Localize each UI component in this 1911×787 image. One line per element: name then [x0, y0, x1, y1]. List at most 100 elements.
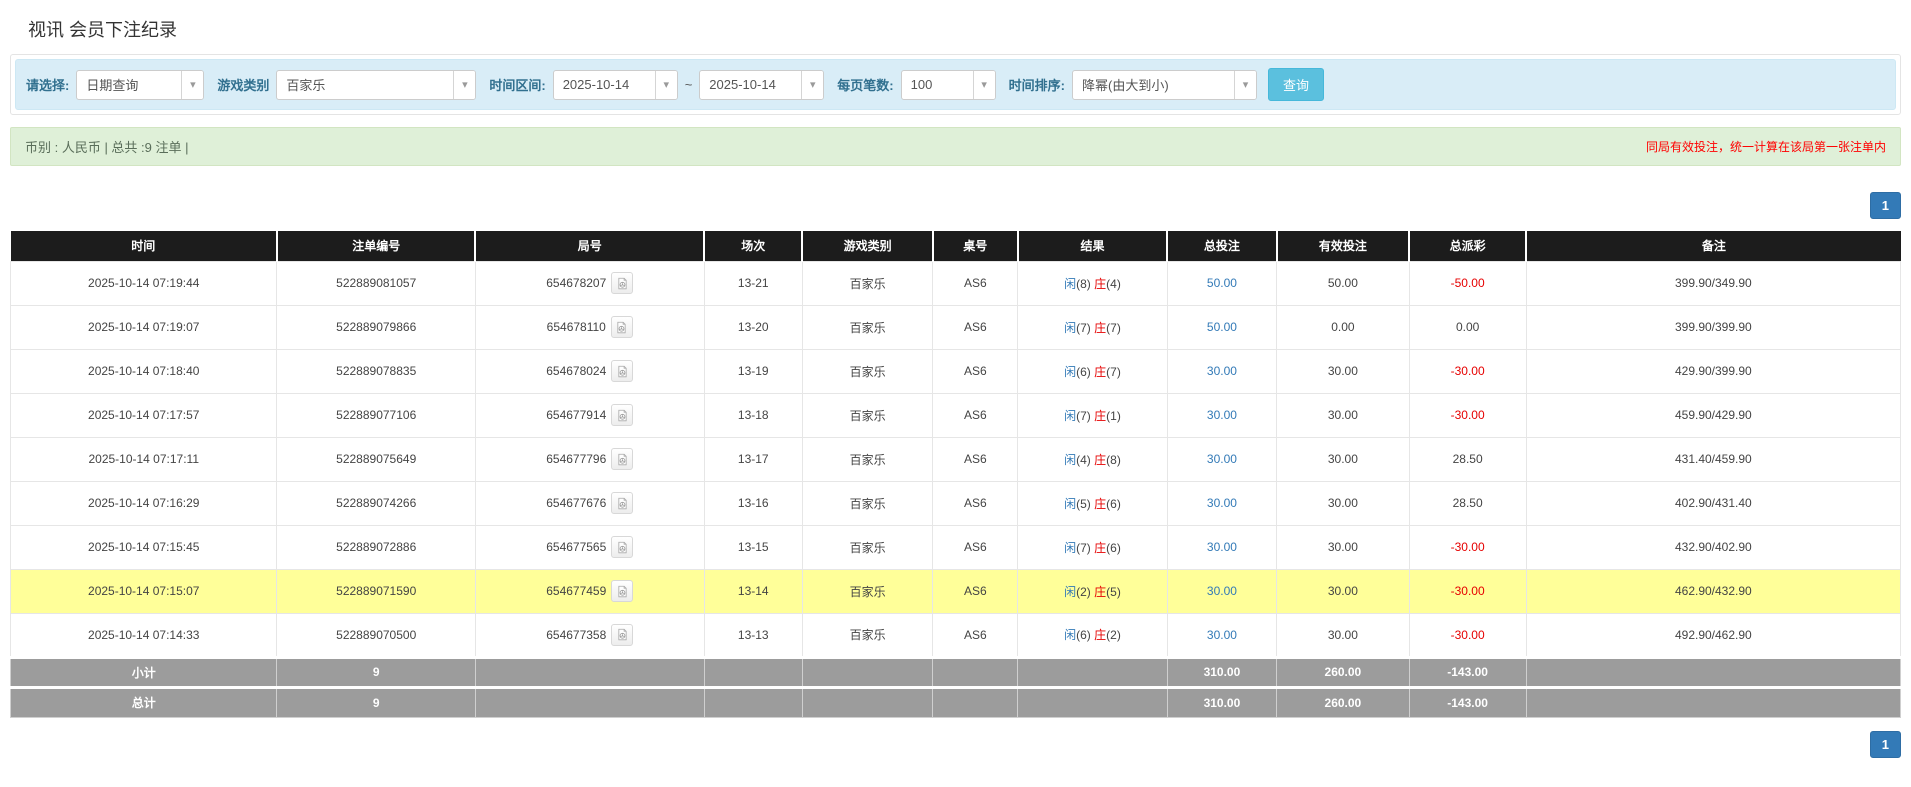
col-header-result: 结果 — [1018, 231, 1167, 261]
chevron-down-icon: ▾ — [453, 71, 475, 99]
payout-cell: 28.50 — [1409, 437, 1526, 481]
remark-cell: 462.90/432.90 — [1526, 569, 1900, 613]
bet-id-cell: 522889072886 — [277, 525, 475, 569]
remark-cell: 431.40/459.90 — [1526, 437, 1900, 481]
total-bet-link[interactable]: 30.00 — [1207, 452, 1237, 466]
sort-label: 时间排序: — [1009, 75, 1065, 94]
valid-bet-cell: 30.00 — [1277, 393, 1409, 437]
pagination-bottom: 1 — [10, 731, 1901, 758]
total-bet-link[interactable]: 30.00 — [1207, 540, 1237, 554]
total-payout: -143.00 — [1409, 687, 1526, 717]
search-button[interactable]: 查询 — [1268, 68, 1324, 101]
payout-cell: -30.00 — [1409, 349, 1526, 393]
table-row: 2025-10-14 07:14:33522889070500654677358… — [11, 613, 1901, 657]
date-to-select[interactable]: 2025-10-14 ▾ — [699, 70, 824, 100]
query-type-value: 日期查询 — [77, 75, 181, 94]
round-id: 654677358 — [546, 628, 606, 642]
banker-result: 庄 — [1094, 585, 1106, 599]
total-bet-cell: 30.00 — [1167, 613, 1277, 657]
col-header-round: 局号 — [475, 231, 704, 261]
result-cell: 闲(2) 庄(5) — [1018, 569, 1167, 613]
total-bet-link[interactable]: 30.00 — [1207, 364, 1237, 378]
video-icon[interactable] — [611, 272, 633, 294]
banker-result: 庄 — [1094, 541, 1106, 555]
round-id: 654678024 — [546, 364, 606, 378]
payout-cell: -30.00 — [1409, 613, 1526, 657]
remark-cell: 432.90/402.90 — [1526, 525, 1900, 569]
date-from-select[interactable]: 2025-10-14 ▾ — [553, 70, 678, 100]
pagination-top: 1 — [10, 192, 1901, 219]
video-icon[interactable] — [611, 624, 633, 646]
payout-cell: 28.50 — [1409, 481, 1526, 525]
round-cell: 654678024 — [475, 349, 704, 393]
records-table: 时间 注单编号 局号 场次 游戏类别 桌号 结果 总投注 有效投注 总派彩 备注… — [10, 231, 1901, 718]
total-bet-link[interactable]: 30.00 — [1207, 496, 1237, 510]
total-count: 9 — [277, 687, 475, 717]
page-title: 视讯 会员下注纪录 — [28, 16, 1901, 42]
bet-id-cell: 522889075649 — [277, 437, 475, 481]
banker-result: 庄 — [1094, 277, 1106, 291]
game-type-cell: 百家乐 — [802, 613, 932, 657]
round-cell: 654678110 — [475, 305, 704, 349]
video-icon[interactable] — [611, 580, 633, 602]
session-cell: 13-19 — [704, 349, 802, 393]
chevron-down-icon: ▾ — [655, 71, 677, 99]
total-bet-link[interactable]: 30.00 — [1207, 584, 1237, 598]
col-header-valid-bet: 有效投注 — [1277, 231, 1409, 261]
round-id: 654678207 — [546, 276, 606, 290]
round-id: 654678110 — [547, 320, 606, 334]
info-bar: 币别 : 人民币 | 总共 :9 注单 | 同局有效投注，统一计算在该局第一张注… — [10, 127, 1901, 166]
col-header-remark: 备注 — [1526, 231, 1900, 261]
player-result: 闲 — [1064, 365, 1076, 379]
table-no-cell: AS6 — [933, 305, 1018, 349]
session-cell: 13-20 — [704, 305, 802, 349]
video-icon[interactable] — [611, 448, 633, 470]
game-type-cell: 百家乐 — [802, 305, 932, 349]
table-no-cell: AS6 — [933, 613, 1018, 657]
video-icon[interactable] — [611, 360, 633, 382]
payout-cell: -30.00 — [1409, 393, 1526, 437]
subtotal-count: 9 — [277, 657, 475, 687]
table-header-row: 时间 注单编号 局号 场次 游戏类别 桌号 结果 总投注 有效投注 总派彩 备注 — [11, 231, 1901, 261]
total-bet-link[interactable]: 50.00 — [1207, 276, 1237, 290]
game-type-cell: 百家乐 — [802, 261, 932, 305]
page-button[interactable]: 1 — [1870, 731, 1901, 758]
total-row: 总计 9 310.00 260.00 -143.00 — [11, 687, 1901, 717]
video-icon[interactable] — [611, 536, 633, 558]
banker-result: 庄 — [1094, 321, 1106, 335]
bet-id-cell: 522889077106 — [277, 393, 475, 437]
page-size-select[interactable]: 100 ▾ — [901, 70, 996, 100]
valid-bet-cell: 30.00 — [1277, 481, 1409, 525]
remark-cell: 402.90/431.40 — [1526, 481, 1900, 525]
video-icon[interactable] — [611, 492, 633, 514]
result-cell: 闲(6) 庄(7) — [1018, 349, 1167, 393]
game-type-select[interactable]: 百家乐 ▾ — [276, 70, 476, 100]
time-cell: 2025-10-14 07:17:11 — [11, 437, 277, 481]
chevron-down-icon: ▾ — [801, 71, 823, 99]
page-button[interactable]: 1 — [1870, 192, 1901, 219]
round-cell: 654677358 — [475, 613, 704, 657]
banker-result: 庄 — [1094, 409, 1106, 423]
result-cell: 闲(7) 庄(1) — [1018, 393, 1167, 437]
total-bet-link[interactable]: 30.00 — [1207, 408, 1237, 422]
total-valid-bet: 260.00 — [1277, 687, 1409, 717]
query-type-select[interactable]: 日期查询 ▾ — [76, 70, 204, 100]
table-no-cell: AS6 — [933, 349, 1018, 393]
remark-cell: 459.90/429.90 — [1526, 393, 1900, 437]
total-bet-cell: 30.00 — [1167, 525, 1277, 569]
total-bet-link[interactable]: 50.00 — [1207, 320, 1237, 334]
time-cell: 2025-10-14 07:16:29 — [11, 481, 277, 525]
valid-bet-cell: 30.00 — [1277, 613, 1409, 657]
time-cell: 2025-10-14 07:19:07 — [11, 305, 277, 349]
time-cell: 2025-10-14 07:15:07 — [11, 569, 277, 613]
player-result: 闲 — [1064, 541, 1076, 555]
video-icon[interactable] — [611, 316, 633, 338]
total-bet-link[interactable]: 30.00 — [1207, 628, 1237, 642]
sort-select[interactable]: 降幂(由大到小) ▾ — [1072, 70, 1257, 100]
game-type-value: 百家乐 — [277, 75, 453, 94]
page: 视讯 会员下注纪录 请选择: 日期查询 ▾ 游戏类别 百家乐 ▾ 时间区间: 2… — [0, 16, 1911, 758]
session-cell: 13-14 — [704, 569, 802, 613]
video-icon[interactable] — [611, 404, 633, 426]
player-result: 闲 — [1064, 497, 1076, 511]
time-cell: 2025-10-14 07:18:40 — [11, 349, 277, 393]
